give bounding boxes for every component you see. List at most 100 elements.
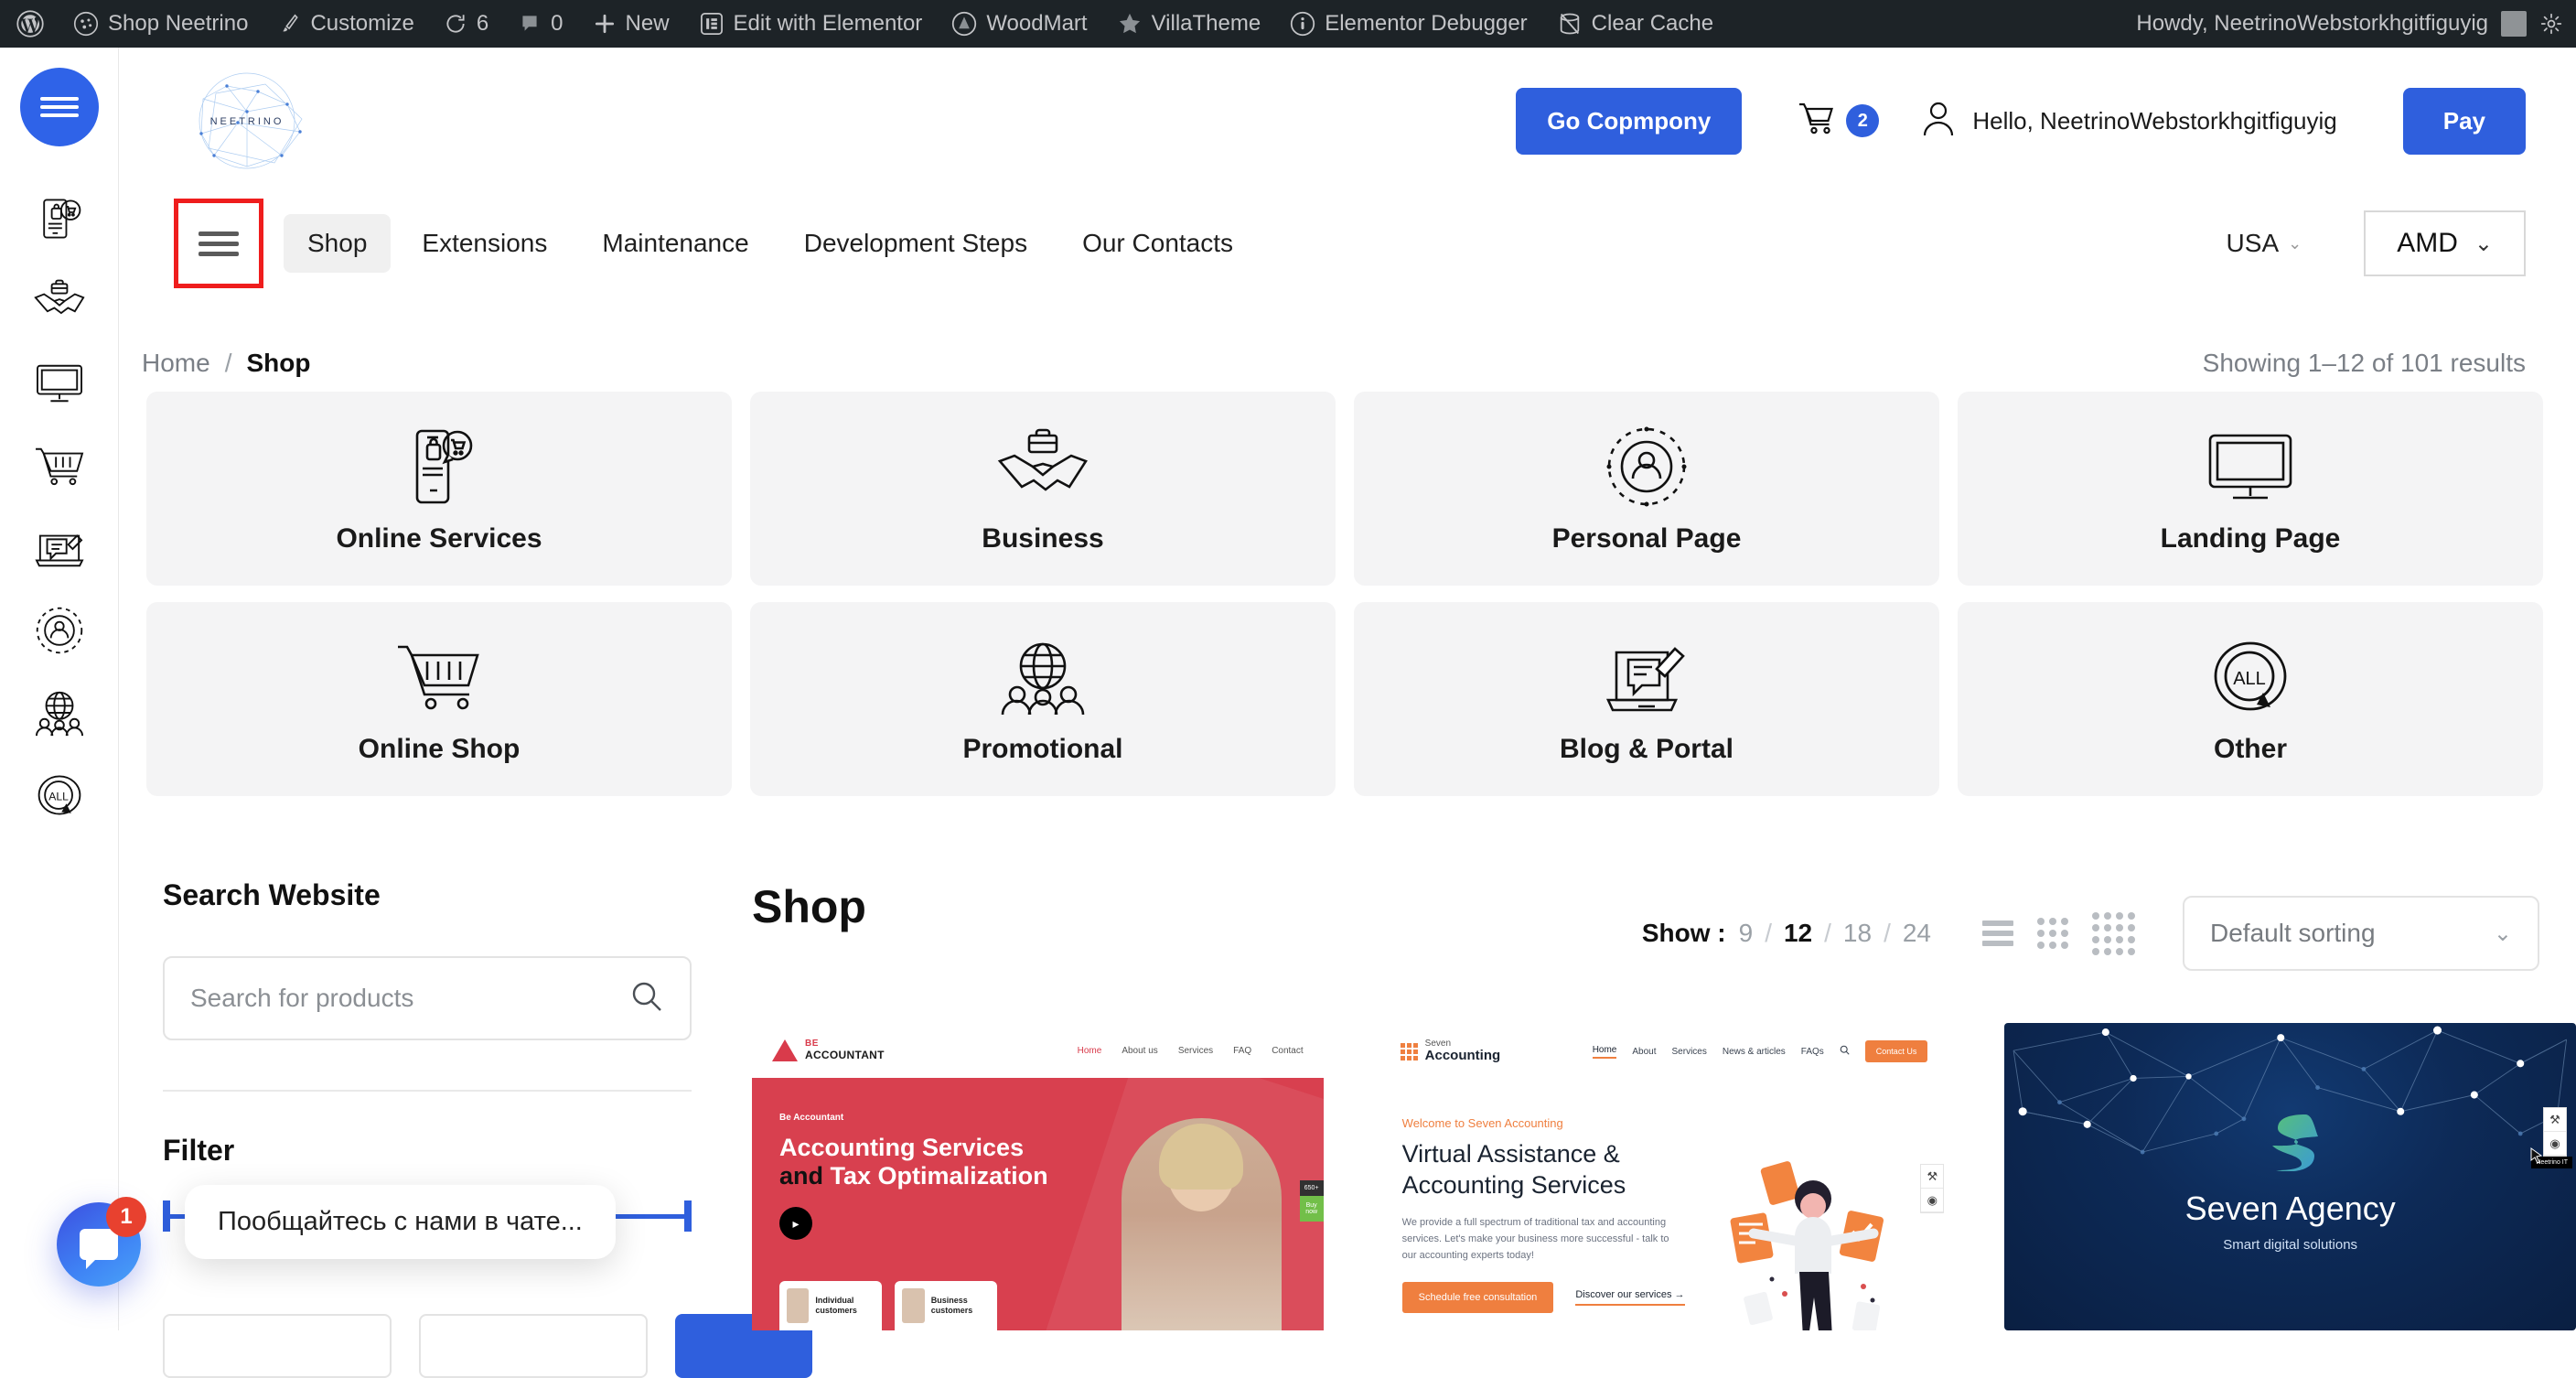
category-tile-landing-page[interactable]: Landing Page <box>1958 392 2543 586</box>
breadcrumb-current: Shop <box>246 349 310 378</box>
chat-unread-badge: 1 <box>106 1197 146 1237</box>
admin-bar-updates[interactable]: 6 <box>429 0 503 48</box>
search-input[interactable] <box>190 984 629 1013</box>
category-tile-online-services[interactable]: Online Services <box>146 392 732 586</box>
admin-bar-site-name[interactable]: Shop Neetrino <box>59 0 263 48</box>
p1-topbar: BE ACCOUNTANT Home About us Services FAQ… <box>752 1023 1324 1078</box>
go-company-button[interactable]: Go Copmpony <box>1516 88 1742 155</box>
rail-menu-button[interactable] <box>20 68 99 146</box>
p1-kicker: Be Accountant <box>779 1113 1324 1123</box>
category-tile-other[interactable]: ALL Other <box>1958 602 2543 796</box>
wordpress-icon <box>16 10 44 38</box>
p2-paragraph: We provide a full spectrum of traditiona… <box>1402 1214 1677 1264</box>
p3-toolbar-widget: ⚒ ◉ <box>2543 1107 2567 1157</box>
nav-item-extensions[interactable]: Extensions <box>398 214 571 273</box>
cart-button[interactable]: 2 <box>1797 100 1879 143</box>
country-selector[interactable]: USA ⌄ <box>2227 229 2302 258</box>
product-card-be-accountant[interactable]: BE ACCOUNTANT Home About us Services FAQ… <box>752 1023 1324 1330</box>
list-view-icon[interactable] <box>1982 920 2013 946</box>
pay-button[interactable]: Pay <box>2403 88 2526 155</box>
show-option-18[interactable]: 18 <box>1843 919 1872 948</box>
hamburger-icon <box>40 92 79 122</box>
user-icon <box>1921 99 1956 144</box>
category-label: Business <box>982 523 1103 554</box>
p1-nav-item: FAQ <box>1233 1046 1251 1056</box>
rail-item-promotional[interactable] <box>17 672 102 754</box>
breadcrumb-home[interactable]: Home <box>142 349 210 378</box>
admin-bar-edit-elementor[interactable]: Edit with Elementor <box>684 0 938 48</box>
admin-bar-customize[interactable]: Customize <box>263 0 428 48</box>
rail-item-online-services[interactable] <box>17 178 102 260</box>
price-slider-handle-max[interactable] <box>684 1200 692 1232</box>
show-option-9[interactable]: 9 <box>1739 919 1754 948</box>
p3-heading: Seven Agency <box>2185 1190 2396 1228</box>
admin-bar-woodmart[interactable]: WoodMart <box>937 0 1101 48</box>
show-option-24[interactable]: 24 <box>1903 919 1931 948</box>
p1-side-badges: 650+ Buy now <box>1300 1180 1324 1222</box>
rail-item-online-shop[interactable] <box>17 425 102 507</box>
admin-bar-villatheme-label: VillaTheme <box>1152 11 1261 37</box>
show-option-12[interactable]: 12 <box>1784 919 1812 948</box>
rail-item-landing-page[interactable] <box>17 342 102 425</box>
chat-launcher-button[interactable]: 1 <box>57 1202 141 1286</box>
admin-bar-new[interactable]: New <box>578 0 684 48</box>
nav-item-our-contacts[interactable]: Our Contacts <box>1058 214 1257 273</box>
sidebar-search-title: Search Website <box>163 878 693 912</box>
p2-logo: Seven Accounting <box>1401 1039 1501 1063</box>
grid-3-icon[interactable] <box>2037 918 2068 949</box>
price-min-input[interactable] <box>163 1314 392 1378</box>
all-circle-icon: ALL <box>2208 633 2292 721</box>
nav-hamburger-button[interactable] <box>174 199 263 288</box>
search-input-wrapper[interactable] <box>163 956 692 1040</box>
admin-bar-updates-count: 6 <box>477 11 488 37</box>
sorting-select[interactable]: Default sorting ⌄ <box>2183 896 2539 971</box>
admin-bar-comments[interactable]: 0 <box>503 0 577 48</box>
admin-bar-wordpress-logo[interactable] <box>0 0 59 48</box>
p2-search-icon <box>1840 1045 1850 1058</box>
product-card-seven-accounting[interactable]: Seven Accounting Home About Services New… <box>1379 1023 1950 1330</box>
site-logo[interactable]: NEETRINO <box>174 68 320 174</box>
grid-4-icon[interactable] <box>2092 912 2135 955</box>
villatheme-icon <box>1117 11 1143 37</box>
admin-bar-account[interactable]: Howdy, NeetrinoWebstorkhgitfiguyig <box>2136 11 2576 37</box>
p2-toolbar-widget: ⚒ ◉ <box>1920 1164 1944 1213</box>
p1-heading-line1: Accounting Services <box>779 1134 1324 1162</box>
admin-bar-elementor-debugger[interactable]: Elementor Debugger <box>1275 0 1541 48</box>
price-max-input[interactable] <box>419 1314 648 1378</box>
shopping-cart-icon <box>33 443 86 489</box>
p2-secondary-link: Discover our services → <box>1575 1289 1684 1306</box>
currency-selector[interactable]: AMD ⌄ <box>2364 210 2526 276</box>
chat-tooltip[interactable]: Пообщайтесь с нами в чате... <box>185 1185 616 1259</box>
cart-count-badge: 2 <box>1846 104 1879 137</box>
p1-buy-now: Buy now <box>1300 1196 1324 1222</box>
site-header: NEETRINO Go Copmpony 2 Hello, NeetrinoWe… <box>119 48 2576 194</box>
admin-bar-clear-cache-label: Clear Cache <box>1592 11 1713 37</box>
nav-item-shop[interactable]: Shop <box>284 214 391 273</box>
rail-item-blog-portal[interactable] <box>17 507 102 589</box>
category-tile-online-shop[interactable]: Online Shop <box>146 602 732 796</box>
header-actions: Go Copmpony 2 Hello, NeetrinoWebstorkhgi… <box>1516 88 2526 155</box>
shopping-cart-icon <box>394 633 484 721</box>
account-link[interactable]: Hello, NeetrinoWebstorkhgitfiguyig <box>1921 99 2336 144</box>
logo-text: NEETRINO <box>210 116 284 127</box>
rail-item-personal-page[interactable] <box>17 589 102 672</box>
product-card-seven-agency[interactable]: Seven Agency Smart digital solutions ⚒ ◉… <box>2004 1023 2576 1330</box>
price-slider-handle-min[interactable] <box>163 1200 170 1232</box>
admin-bar-villatheme[interactable]: VillaTheme <box>1102 0 1276 48</box>
nav-item-development-steps[interactable]: Development Steps <box>780 214 1051 273</box>
mobile-shop-icon <box>405 423 473 511</box>
category-tile-personal-page[interactable]: Personal Page <box>1354 392 1939 586</box>
admin-bar-elementor-label: Edit with Elementor <box>734 11 923 37</box>
search-icon[interactable] <box>629 979 664 1018</box>
gear-icon[interactable] <box>2539 12 2563 36</box>
category-tile-business[interactable]: Business <box>750 392 1336 586</box>
p1-heading-line2b: Tax Optimalization <box>831 1162 1048 1190</box>
category-tile-blog-portal[interactable]: Blog & Portal <box>1354 602 1939 796</box>
country-label: USA <box>2227 229 2280 258</box>
sorting-value: Default sorting <box>2210 919 2376 948</box>
category-tile-promotional[interactable]: Promotional <box>750 602 1336 796</box>
nav-item-maintenance[interactable]: Maintenance <box>578 214 772 273</box>
rail-item-business[interactable] <box>17 260 102 342</box>
admin-bar-clear-cache[interactable]: Clear Cache <box>1542 0 1728 48</box>
rail-item-other[interactable]: ALL <box>17 754 102 836</box>
